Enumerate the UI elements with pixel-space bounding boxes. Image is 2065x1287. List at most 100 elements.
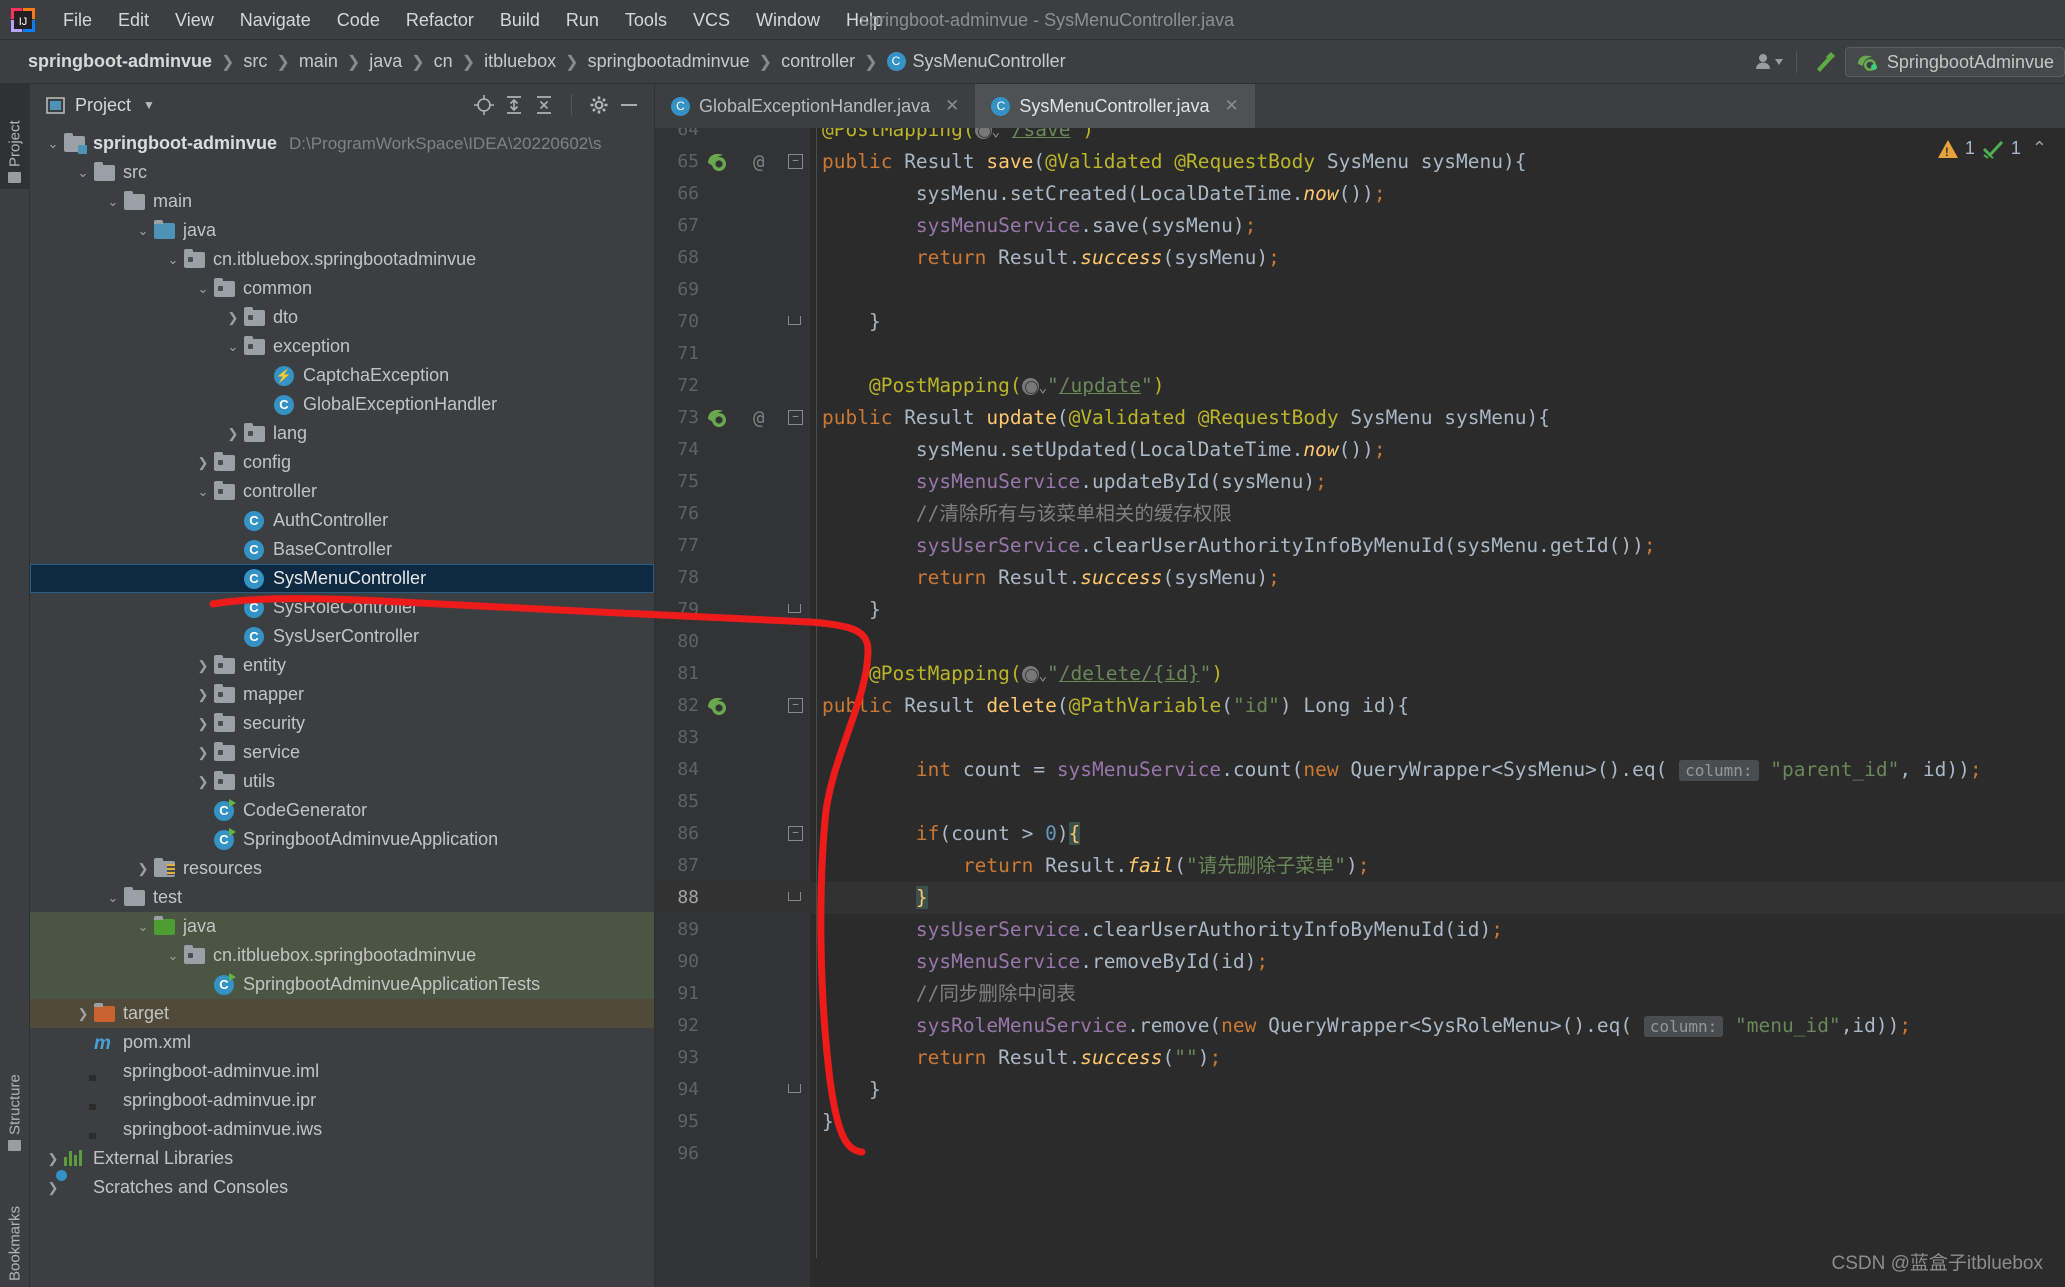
chevron-down-icon[interactable]: ⌄ [42, 136, 64, 152]
chevron-right-icon[interactable]: ❯ [192, 658, 214, 674]
build-hammer-icon[interactable] [1809, 47, 1839, 77]
code-fold-end-icon[interactable] [788, 316, 801, 325]
menu-item-build[interactable]: Build [487, 0, 553, 40]
tree-node[interactable]: ⌄ main [30, 187, 654, 216]
tree-node[interactable]: C SysRoleController [30, 593, 654, 622]
spring-bean-gutter-icon[interactable] [707, 695, 729, 717]
tree-node[interactable]: ❯ security [30, 709, 654, 738]
breadcrumb-item-src[interactable]: src [243, 51, 267, 72]
tree-node[interactable]: ❯ target [30, 999, 654, 1028]
code-editor[interactable]: 64 65 @ − 66 67 68 69 70 71 72 73 @ − 74 75 76 77 78 79 80 81… [655, 128, 2065, 1287]
tree-node[interactable]: ❯ External Libraries [30, 1144, 654, 1173]
tree-node[interactable]: ❯ dto [30, 303, 654, 332]
tree-node[interactable]: ⌄ src [30, 158, 654, 187]
collapse-all-icon[interactable] [529, 90, 559, 120]
tool-window-tab-project[interactable]: Project [0, 84, 30, 189]
chevron-down-icon[interactable]: ▼ [143, 98, 155, 112]
chevron-right-icon[interactable]: ❯ [132, 861, 154, 877]
mapping-chevron-icon[interactable]: ⌄ [1039, 668, 1047, 684]
mapping-chevron-icon[interactable]: ⌄ [992, 128, 1000, 140]
account-icon[interactable] [1754, 47, 1784, 77]
editor-gutter[interactable]: 64 65 @ − 66 67 68 69 70 71 72 73 @ − 74 75 76 77 78 79 80 81… [655, 128, 810, 1287]
chevron-right-icon[interactable]: ❯ [42, 1151, 64, 1167]
tree-node[interactable]: ⌄ springboot-adminvue D:\ProgramWorkSpace\… [30, 129, 654, 158]
chevron-right-icon[interactable]: ❯ [192, 745, 214, 761]
breadcrumb-item-main[interactable]: main [299, 51, 338, 72]
chevron-down-icon[interactable]: ⌄ [192, 281, 214, 297]
tool-window-tab-bookmarks[interactable]: Bookmarks [0, 1169, 30, 1287]
chevron-down-icon[interactable]: ⌄ [192, 484, 214, 500]
tree-node[interactable]: ⌄ java [30, 912, 654, 941]
tree-node[interactable]: ⌄ cn.itbluebox.springbootadminvue [30, 941, 654, 970]
settings-gear-icon[interactable] [584, 90, 614, 120]
tree-node[interactable]: C AuthController [30, 506, 654, 535]
chevron-down-icon[interactable]: ⌄ [222, 339, 244, 355]
breadcrumb-item-springbootadminvue[interactable]: springbootadminvue [588, 51, 750, 72]
tree-node[interactable]: ❯ mapper [30, 680, 654, 709]
code-fold-end-icon[interactable] [788, 604, 801, 613]
chevron-down-icon[interactable]: ⌄ [102, 194, 124, 210]
spring-bean-gutter-icon[interactable] [707, 151, 729, 173]
chevron-right-icon[interactable]: ❯ [72, 1006, 94, 1022]
chevron-down-icon[interactable]: ⌄ [162, 948, 184, 964]
tree-node[interactable]: ❯ config [30, 448, 654, 477]
tree-node[interactable]: ❯ lang [30, 419, 654, 448]
breadcrumb-item-cn[interactable]: cn [434, 51, 453, 72]
chevron-right-icon[interactable]: ❯ [192, 687, 214, 703]
locate-icon[interactable] [469, 90, 499, 120]
chevron-down-icon[interactable]: ⌄ [132, 919, 154, 935]
code-fold-collapse-icon[interactable]: − [788, 154, 803, 169]
tree-node[interactable]: ⌄ controller [30, 477, 654, 506]
menu-item-vcs[interactable]: VCS [680, 0, 743, 40]
code-fold-end-icon[interactable] [788, 892, 801, 901]
tree-node[interactable]: ❯ service [30, 738, 654, 767]
tree-node[interactable]: ⌄ cn.itbluebox.springbootadminvue [30, 245, 654, 274]
tree-node[interactable]: springboot-adminvue.iws [30, 1115, 654, 1144]
spring-bean-gutter-icon[interactable] [707, 407, 729, 429]
menu-item-edit[interactable]: Edit [105, 0, 162, 40]
web-mapping-gutter-icon[interactable] [1021, 666, 1039, 683]
tree-node[interactable]: ❯ resources [30, 854, 654, 883]
tool-window-tab-structure[interactable]: Structure [0, 1039, 30, 1157]
tree-node[interactable]: ⌄ common [30, 274, 654, 303]
breadcrumb-item-springboot-adminvue[interactable]: springboot-adminvue [28, 51, 212, 72]
annotation-gutter-icon[interactable]: @ [753, 146, 764, 178]
breadcrumb-item-controller[interactable]: controller [781, 51, 855, 72]
tree-node[interactable]: ⌄ test [30, 883, 654, 912]
tree-node[interactable]: ❯ utils [30, 767, 654, 796]
chevron-down-icon[interactable]: ⌄ [102, 890, 124, 906]
project-tree[interactable]: ⌄ springboot-adminvue D:\ProgramWorkSpace\… [30, 126, 654, 1287]
chevron-down-icon[interactable]: ⌄ [162, 252, 184, 268]
close-icon[interactable]: ✕ [1225, 96, 1239, 116]
tree-node[interactable]: C SysUserController [30, 622, 654, 651]
tree-node[interactable]: ❯ entity [30, 651, 654, 680]
menu-item-window[interactable]: Window [743, 0, 833, 40]
menu-item-code[interactable]: Code [324, 0, 393, 40]
editor-tab-sysmenucontroller[interactable]: C SysMenuController.java ✕ [975, 84, 1255, 128]
menu-item-file[interactable]: File [50, 0, 105, 40]
annotation-gutter-icon[interactable]: @ [753, 402, 764, 434]
code-fold-collapse-icon[interactable]: − [788, 410, 803, 425]
menu-item-view[interactable]: View [162, 0, 227, 40]
breadcrumb-item-sysmenucontroller[interactable]: C SysMenuController [886, 51, 1066, 72]
menu-item-navigate[interactable]: Navigate [227, 0, 324, 40]
chevron-right-icon[interactable]: ❯ [192, 455, 214, 471]
tree-node-selected[interactable]: C SysMenuController [30, 564, 654, 593]
tree-node[interactable]: C GlobalExceptionHandler [30, 390, 654, 419]
web-mapping-gutter-icon[interactable] [1021, 378, 1039, 395]
tree-node[interactable]: C CodeGenerator [30, 796, 654, 825]
tree-node[interactable]: C SpringbootAdminvueApplicationTests [30, 970, 654, 999]
menu-item-run[interactable]: Run [553, 0, 612, 40]
run-configuration-selector[interactable]: SpringbootAdminvue [1844, 47, 2065, 77]
breadcrumb-item-java[interactable]: java [369, 51, 402, 72]
chevron-right-icon[interactable]: ❯ [42, 1180, 64, 1196]
tree-node[interactable]: m pom.xml [30, 1028, 654, 1057]
menu-item-tools[interactable]: Tools [612, 0, 680, 40]
chevron-right-icon[interactable]: ❯ [222, 426, 244, 442]
expand-all-icon[interactable] [499, 90, 529, 120]
web-mapping-gutter-icon[interactable] [974, 128, 992, 139]
code-fold-collapse-icon[interactable]: − [788, 826, 803, 841]
tree-node[interactable]: ❯ Scratches and Consoles [30, 1173, 654, 1202]
tree-node[interactable]: C BaseController [30, 535, 654, 564]
tree-node[interactable]: ⌄ exception [30, 332, 654, 361]
